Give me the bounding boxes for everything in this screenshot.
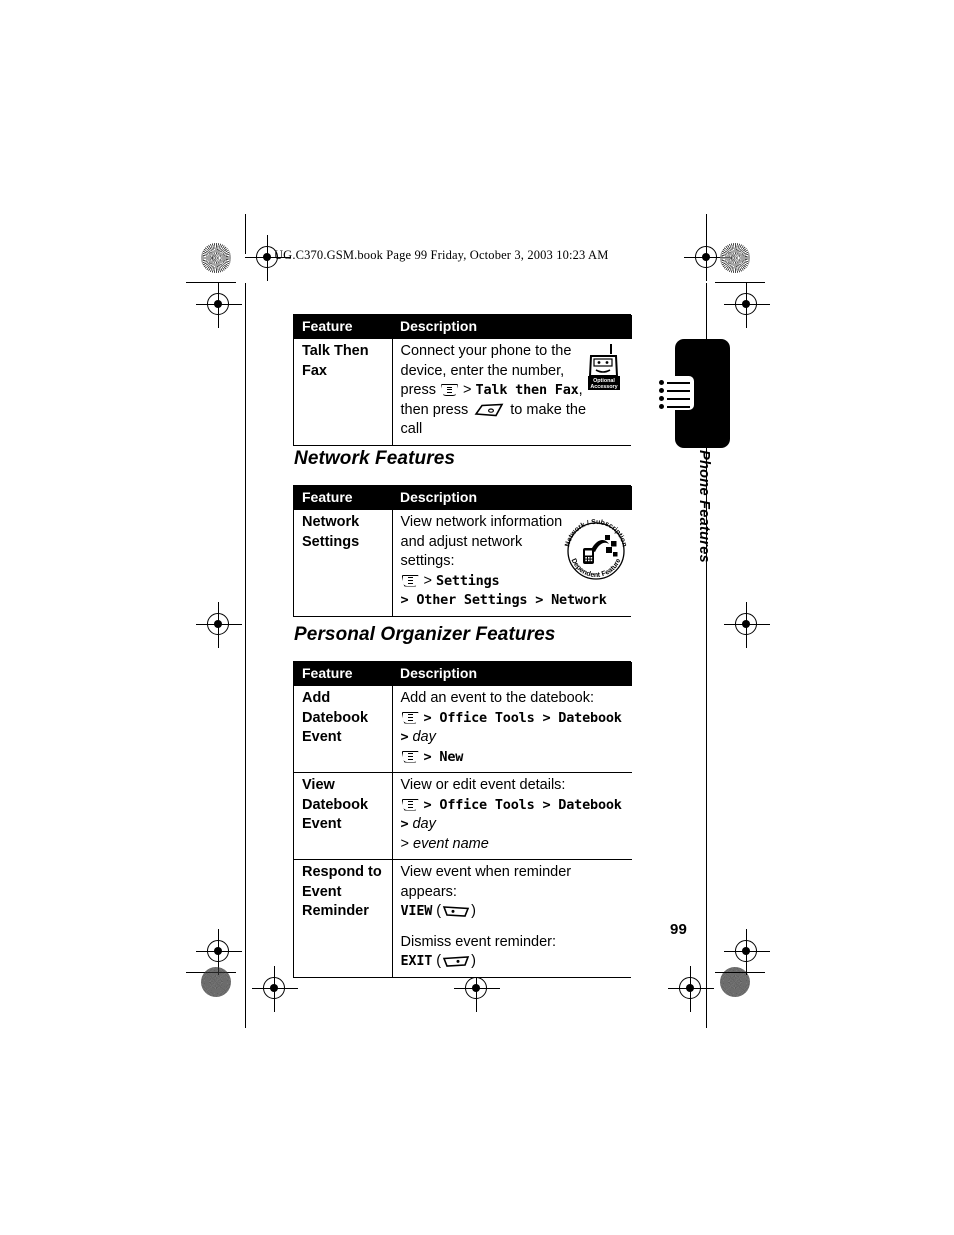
column-header-feature: Feature [294,315,392,339]
desc-line: > Office Tools > Datebook > day [401,796,627,835]
personal-organizer-features-table: Feature Description Add Datebook Event A… [293,661,632,978]
feature-name: Network Settings [294,510,393,616]
talk-then-fax-table: Feature Description Talk Then Fax Connec… [293,314,632,446]
feature-description: View or edit event details: > Office Too… [392,772,632,860]
feature-description: View network information and adjust netw… [392,510,632,616]
column-header-description: Description [392,315,632,339]
menu-key-icon [401,574,419,587]
network-features-table: Feature Description Network Settings Vie… [293,485,632,617]
desc-line: > Office Tools > Datebook > day [401,709,627,748]
desc-text: then press [400,401,473,418]
book-header-line: UG.C370.GSM.book Page 99 Friday, October… [274,248,609,262]
side-tab-label: Phone Features [696,450,712,563]
section-title-network-features: Network Features [294,448,456,469]
menu-path-text: > New [423,748,464,765]
section-title-personal-organizer-features: Personal Organizer Features [294,624,556,645]
registration-crosshair-icon [196,282,242,328]
halftone-density-circle-icon [201,967,231,997]
list-lines-icon [656,376,694,410]
crop-rule [715,972,765,973]
crop-rule [186,282,236,283]
right-soft-key-icon [442,954,470,968]
menu-path-variable: day [412,729,436,745]
paren-close: ) [471,903,476,919]
crop-rule [706,214,707,254]
feature-name: Talk Then Fax [294,339,393,445]
table-row: Add Datebook Event Add an event to the d… [294,686,632,773]
registration-crosshair-icon [724,282,770,328]
feature-description: Add an event to the datebook: > Office T… [392,686,632,773]
column-header-feature: Feature [294,486,392,510]
table-header-row: Feature Description [294,315,632,339]
registration-crosshair-icon [252,966,298,1012]
menu-path-text: > Other Settings > Network [400,592,607,608]
feature-name: Add Datebook Event [294,686,393,773]
softkey-label: EXIT [400,953,433,969]
desc-line: EXIT () [401,952,627,972]
desc-text: > [419,572,437,589]
desc-text: press [400,382,440,398]
menu-key-icon [401,711,419,724]
column-header-description: Description [392,662,632,686]
crop-rule [715,282,765,283]
menu-path-text: Talk then Fax [475,382,579,398]
svg-text:Dependent Feature: Dependent Feature [570,558,623,579]
feature-description: View event when reminder appears: VIEW (… [392,859,632,977]
halftone-density-circle-icon [201,243,231,273]
side-tab-phone-features [656,339,730,448]
table-row: Respond to Event Reminder View event whe… [294,859,632,977]
desc-text: > [400,835,413,852]
menu-key-icon [401,750,419,763]
desc-text: to make the [506,401,587,418]
table-row: Network Settings View network informatio… [294,510,632,616]
desc-spacer [401,922,627,933]
desc-line: > New [401,748,627,768]
crop-rule [245,283,246,1028]
menu-path-variable: event name [413,835,489,852]
feature-name: Respond to Event Reminder [294,859,393,977]
svg-text:Accessory: Accessory [590,384,617,390]
desc-line: VIEW () [401,902,627,922]
menu-key-icon [401,798,419,811]
page-number: 99 [670,921,688,938]
registration-crosshair-icon [724,929,770,975]
desc-line: View or edit event details: [400,777,566,793]
column-header-feature: Feature [294,662,392,686]
menu-key-icon [441,384,458,396]
paren-open: ( [432,903,442,919]
desc-line: call [400,421,423,437]
desc-line: View event when reminder appears: [400,864,572,900]
table-row: View Datebook Event View or edit event d… [294,772,632,860]
paren-close: ) [471,953,476,969]
desc-line: Add an event to the datebook: [400,690,594,706]
optional-accessory-badge-icon: Optional Accessory [582,342,628,394]
menu-path-text: Settings [436,572,500,589]
network-subscription-dependent-feature-badge-icon: Network / Subscription Dependent Feature [561,516,631,586]
paren-open: ( [432,953,442,969]
table-header-row: Feature Description [294,662,632,686]
menu-path-variable: day [412,816,436,832]
halftone-density-circle-icon [720,243,750,273]
left-soft-key-icon [442,904,470,918]
table-row: Talk Then Fax Connect your phone to the … [294,339,632,445]
registration-crosshair-icon [196,602,242,648]
desc-line: Dismiss event reminder: [400,933,557,950]
desc-text: > [459,382,476,398]
crop-rule [245,214,246,254]
softkey-label: VIEW [400,903,433,919]
desc-line: then press to make the [401,401,627,421]
registration-crosshair-icon [668,966,714,1012]
table-header-row: Feature Description [294,486,632,510]
column-header-description: Description [392,486,632,510]
feature-description: Connect your phone to the device, enter … [392,339,632,445]
feature-name: View Datebook Event [294,772,393,860]
registration-crosshair-icon [724,602,770,648]
send-key-icon [474,403,504,417]
desc-line: > event name [401,835,627,855]
